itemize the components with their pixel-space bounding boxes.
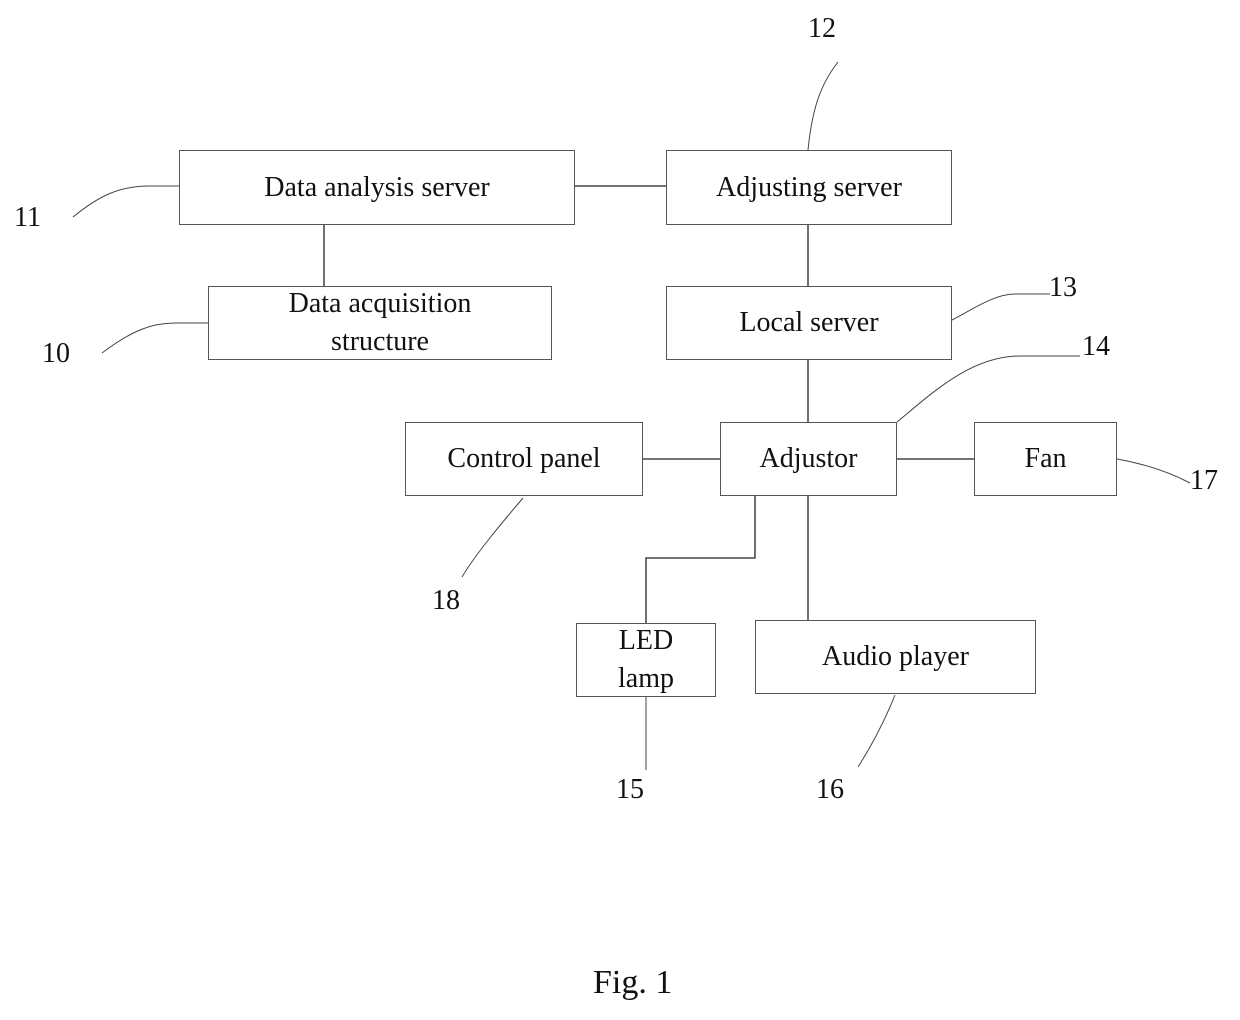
block-label-line2: structure <box>331 326 429 357</box>
block-label-line1: LED <box>618 625 674 656</box>
figure-caption: Fig. 1 <box>593 964 673 1001</box>
block-control-panel: Control panel <box>405 422 643 496</box>
block-label: Fan <box>1024 443 1067 474</box>
block-adjustor: Adjustor <box>720 422 897 496</box>
ref-numeral-14: 14 <box>1082 331 1110 362</box>
block-label: Control panel <box>447 443 601 474</box>
leader-16 <box>857 694 896 768</box>
block-data-acquisition-structure: Data acquisition structure <box>208 286 552 360</box>
block-label-line2: lamp <box>618 663 674 694</box>
leader-17 <box>1116 458 1191 484</box>
ref-numeral-13: 13 <box>1049 272 1077 303</box>
block-data-analysis-server: Data analysis server <box>179 150 575 225</box>
leader-10 <box>101 322 208 354</box>
block-label: Adjustor <box>759 443 858 474</box>
block-led-lamp: LED lamp <box>576 623 716 697</box>
leader-12 <box>807 61 839 151</box>
block-fan: Fan <box>974 422 1117 496</box>
ref-numeral-12: 12 <box>808 13 836 44</box>
leader-18 <box>461 497 524 578</box>
block-audio-player: Audio player <box>755 620 1036 694</box>
leader-13 <box>951 293 1050 321</box>
ref-numeral-16: 16 <box>816 774 844 805</box>
connector-adjustor-led <box>645 496 756 623</box>
block-local-server: Local server <box>666 286 952 360</box>
ref-numeral-10: 10 <box>42 338 70 369</box>
block-label: Data analysis server <box>264 171 490 203</box>
leader-14 <box>896 355 1080 423</box>
leader-11 <box>72 185 179 218</box>
ref-numeral-18: 18 <box>432 585 460 616</box>
block-label: Adjusting server <box>716 171 902 203</box>
block-label: Audio player <box>822 641 969 672</box>
block-label: Local server <box>739 307 879 338</box>
ref-numeral-11: 11 <box>14 202 41 233</box>
ref-numeral-17: 17 <box>1190 465 1218 496</box>
block-label-line1: Data acquisition <box>288 288 472 319</box>
ref-numeral-15: 15 <box>616 774 644 805</box>
block-adjusting-server: Adjusting server <box>666 150 952 225</box>
